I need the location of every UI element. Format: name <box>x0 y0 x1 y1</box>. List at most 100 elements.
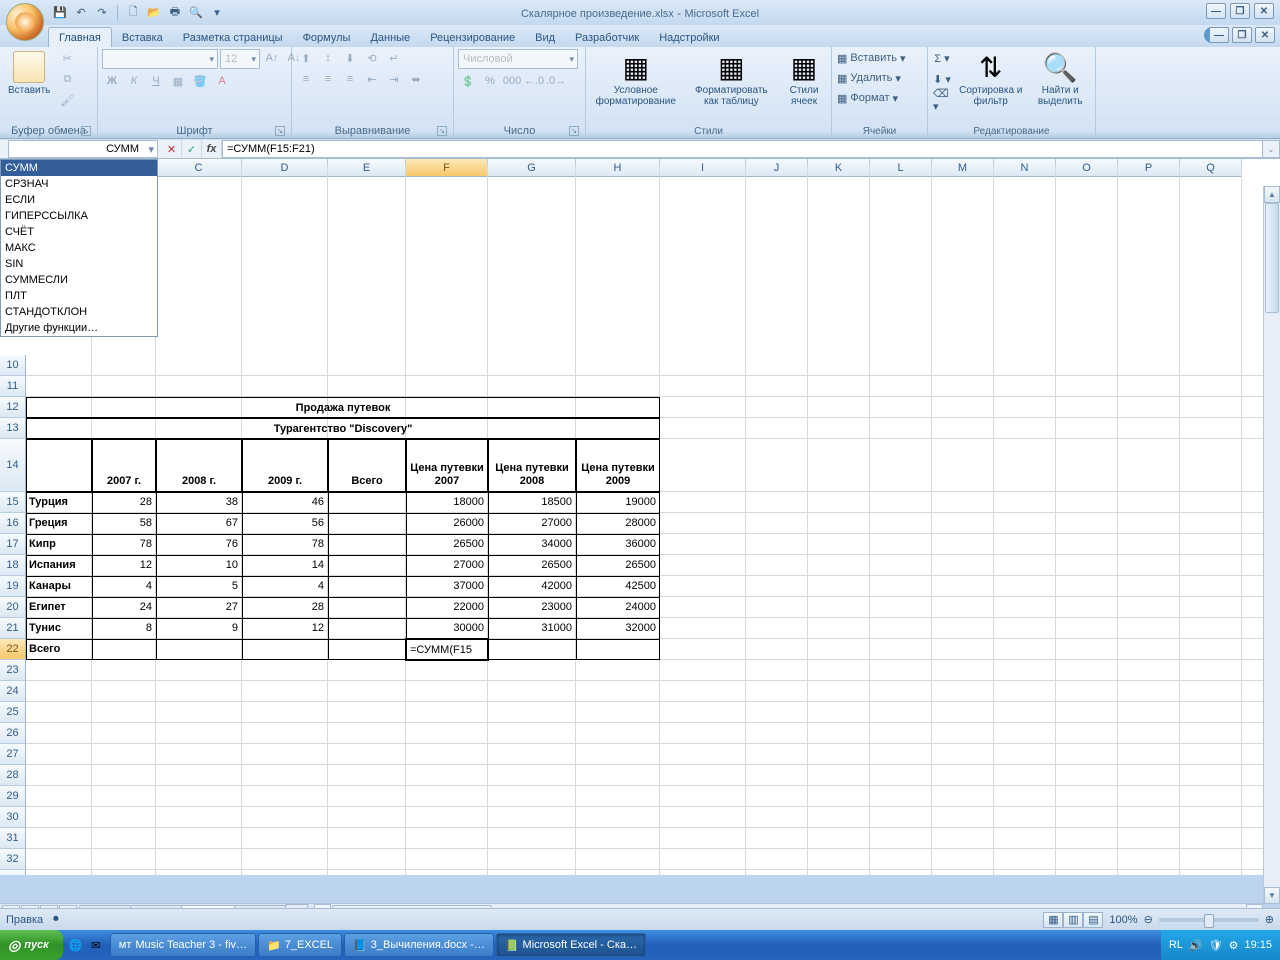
bold-button[interactable]: Ж <box>102 72 122 90</box>
cell-B21[interactable]: 8 <box>92 618 156 639</box>
cell-B20[interactable]: 24 <box>92 597 156 618</box>
cell-F15[interactable]: 18000 <box>406 492 488 513</box>
cell-E18[interactable] <box>328 555 406 576</box>
name-box[interactable]: СУММ <box>8 140 158 158</box>
find-select-button[interactable]: 🔍Найти и выделить <box>1030 49 1092 109</box>
cell-F14[interactable]: Цена путевки 2007 <box>406 439 488 492</box>
cell-E14[interactable]: Всего <box>328 439 406 492</box>
doc-minimize-button[interactable]: — <box>1209 27 1229 43</box>
cell-H15[interactable]: 19000 <box>576 492 660 513</box>
function-option[interactable]: СТАНДОТКЛОН <box>1 304 157 320</box>
clipboard-launcher[interactable]: ↘ <box>81 126 91 136</box>
function-option[interactable]: МАКС <box>1 240 157 256</box>
cell-E17[interactable] <box>328 534 406 555</box>
cell-F19[interactable]: 37000 <box>406 576 488 597</box>
column-header-J[interactable]: J <box>746 159 808 177</box>
align-center-icon[interactable]: ≡ <box>318 70 338 88</box>
normal-view-icon[interactable]: ▦ <box>1043 912 1063 928</box>
row-header-31[interactable]: 31 <box>0 828 26 849</box>
cell-C15[interactable]: 38 <box>156 492 242 513</box>
row-header-28[interactable]: 28 <box>0 765 26 786</box>
cell-D21[interactable]: 12 <box>242 618 328 639</box>
cell-C20[interactable]: 27 <box>156 597 242 618</box>
tab-review[interactable]: Рецензирование <box>420 28 525 47</box>
start-button[interactable]: ◎ пуск <box>0 930 63 960</box>
font-launcher[interactable]: ↘ <box>275 126 285 136</box>
align-left-icon[interactable]: ≡ <box>296 70 316 88</box>
conditional-formatting-button[interactable]: ▦Условное форматирование <box>590 49 682 109</box>
enter-formula-icon[interactable]: ✓ <box>182 140 202 158</box>
alignment-launcher[interactable]: ↘ <box>437 126 447 136</box>
scroll-up-icon[interactable]: ▲ <box>1264 186 1280 203</box>
column-header-G[interactable]: G <box>488 159 576 177</box>
fill-color-icon[interactable]: 🪣 <box>190 72 210 90</box>
cell-B15[interactable]: 28 <box>92 492 156 513</box>
italic-button[interactable]: К <box>124 72 144 90</box>
cell-A21[interactable]: Тунис <box>26 618 92 639</box>
restore-button[interactable]: ❐ <box>1230 3 1250 19</box>
cell-F21[interactable]: 30000 <box>406 618 488 639</box>
align-right-icon[interactable]: ≡ <box>340 70 360 88</box>
tab-data[interactable]: Данные <box>360 28 420 47</box>
cell-C17[interactable]: 76 <box>156 534 242 555</box>
decrease-indent-icon[interactable]: ⇤ <box>362 70 382 88</box>
doc-restore-button[interactable]: ❐ <box>1232 27 1252 43</box>
font-family-combo[interactable] <box>102 49 218 69</box>
function-option[interactable]: SIN <box>1 256 157 272</box>
merge-icon[interactable]: ⬌ <box>406 70 426 88</box>
cell-A22[interactable]: Всего <box>26 639 92 660</box>
cell-G20[interactable]: 23000 <box>488 597 576 618</box>
row-header-25[interactable]: 25 <box>0 702 26 723</box>
page-break-view-icon[interactable]: ▤ <box>1083 912 1103 928</box>
cell-G14[interactable]: Цена путевки 2008 <box>488 439 576 492</box>
function-option[interactable]: СРЗНАЧ <box>1 176 157 192</box>
zoom-slider[interactable] <box>1159 918 1259 922</box>
column-header-P[interactable]: P <box>1118 159 1180 177</box>
function-option[interactable]: СУММ <box>1 160 157 176</box>
orientation-icon[interactable]: ⟲ <box>362 49 382 67</box>
tab-page-layout[interactable]: Разметка страницы <box>173 28 293 47</box>
cell-H14[interactable]: Цена путевки 2009 <box>576 439 660 492</box>
column-header-N[interactable]: N <box>994 159 1056 177</box>
comma-icon[interactable]: 000 <box>502 72 522 90</box>
tab-insert[interactable]: Вставка <box>112 28 173 47</box>
clock[interactable]: 19:15 <box>1244 939 1272 951</box>
cell-E15[interactable] <box>328 492 406 513</box>
qat-print-icon[interactable]: 🖶 <box>167 5 183 21</box>
delete-cells-button[interactable]: ▦ Удалить ▾ <box>836 69 902 87</box>
cell-D22[interactable] <box>242 639 328 660</box>
cell-F18[interactable]: 27000 <box>406 555 488 576</box>
cell-H19[interactable]: 42500 <box>576 576 660 597</box>
zoom-out-icon[interactable]: ⊖ <box>1144 913 1153 926</box>
copy-icon[interactable]: ⧉ <box>57 70 77 88</box>
function-option[interactable]: ПЛТ <box>1 288 157 304</box>
system-tray[interactable]: RL 🔊 🛡 ⚙ 19:15 <box>1161 930 1280 960</box>
row-header-21[interactable]: 21 <box>0 618 26 639</box>
language-indicator[interactable]: RL <box>1169 939 1183 951</box>
taskbar-item[interactable]: мт Music Teacher 3 - fiv… <box>110 933 256 957</box>
tab-formulas[interactable]: Формулы <box>293 28 361 47</box>
row-header-19[interactable]: 19 <box>0 576 26 597</box>
cell-G17[interactable]: 34000 <box>488 534 576 555</box>
cell-C14[interactable]: 2008 г. <box>156 439 242 492</box>
cell-D17[interactable]: 78 <box>242 534 328 555</box>
qat-open-icon[interactable]: 📂 <box>146 5 162 21</box>
scroll-down-icon[interactable]: ▼ <box>1264 887 1280 904</box>
cell-D20[interactable]: 28 <box>242 597 328 618</box>
cell-D19[interactable]: 4 <box>242 576 328 597</box>
cell-C21[interactable]: 9 <box>156 618 242 639</box>
cell-B17[interactable]: 78 <box>92 534 156 555</box>
cell-G19[interactable]: 42000 <box>488 576 576 597</box>
cell-B16[interactable]: 58 <box>92 513 156 534</box>
cell-G15[interactable]: 18500 <box>488 492 576 513</box>
tray-icon[interactable]: ⚙ <box>1229 939 1239 952</box>
quicklaunch-icon[interactable]: 🌐 <box>67 934 85 956</box>
column-header-O[interactable]: O <box>1056 159 1118 177</box>
worksheet-grid[interactable]: CDEFGHIJKLMNOPQ1011121314151617181920212… <box>0 159 1280 875</box>
quicklaunch-icon[interactable]: ✉ <box>87 934 105 956</box>
column-header-I[interactable]: I <box>660 159 746 177</box>
insert-cells-button[interactable]: ▦ Вставить ▾ <box>836 49 907 67</box>
cell-D16[interactable]: 56 <box>242 513 328 534</box>
format-as-table-button[interactable]: ▦Форматировать как таблицу <box>685 49 778 109</box>
taskbar-item-active[interactable]: 📗 Microsoft Excel - Ска… <box>496 933 646 957</box>
